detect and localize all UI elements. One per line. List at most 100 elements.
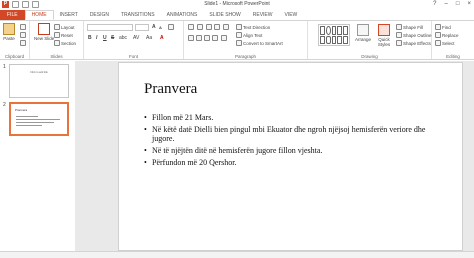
slide-title[interactable]: Pranvera: [144, 81, 197, 98]
underline-button[interactable]: U: [103, 35, 107, 41]
clipboard-group: Paste Clipboard: [0, 21, 30, 59]
help-icon[interactable]: ?: [433, 1, 436, 7]
shape-textbox-icon[interactable]: [320, 35, 325, 44]
section-button[interactable]: Section: [54, 40, 76, 46]
numbering-icon[interactable]: [197, 24, 203, 30]
clipboard-group-label: Clipboard: [4, 54, 25, 59]
align-left-icon[interactable]: [188, 35, 194, 41]
tab-design[interactable]: DESIGN: [84, 10, 115, 20]
new-slide-label: New Slide: [34, 36, 55, 41]
slide-thumbnail-2[interactable]: Pranvera: [9, 102, 69, 136]
thumbnail-title: Click to add title: [30, 71, 48, 74]
shape-outline-button[interactable]: Shape Outline: [396, 32, 432, 38]
bullets-icon[interactable]: [188, 24, 194, 30]
slide-body[interactable]: Fillon më 21 Mars. Në këtë datë Dielli b…: [144, 113, 449, 170]
reset-button[interactable]: Reset: [54, 32, 73, 38]
font-color-button[interactable]: A: [160, 35, 164, 41]
font-name-combo[interactable]: [87, 24, 133, 31]
shrink-font-button[interactable]: A: [159, 25, 162, 30]
align-right-icon[interactable]: [204, 35, 210, 41]
editing-group-label: Editing: [446, 54, 460, 59]
layout-icon: [54, 24, 60, 30]
shape-triangle-icon[interactable]: [343, 26, 348, 35]
close-icon[interactable]: ×: [467, 1, 471, 7]
font-group: A A B I U S abc AV Aa A Font: [84, 21, 184, 59]
copy-icon[interactable]: [20, 32, 26, 38]
slide-editor: Pranvera Fillon më 21 Mars. Në këtë datë…: [75, 61, 474, 251]
line-spacing-icon[interactable]: [223, 24, 229, 30]
tab-home[interactable]: HOME: [24, 10, 54, 20]
slide-canvas[interactable]: Pranvera Fillon më 21 Mars. Në këtë datë…: [118, 62, 463, 251]
shape-arrow-icon[interactable]: [337, 26, 343, 35]
tab-insert[interactable]: INSERT: [54, 10, 84, 20]
thumbnail-text-line: [16, 125, 42, 126]
ribbon-tabs: FILE HOME INSERT DESIGN TRANSITIONS ANIM…: [0, 10, 474, 20]
shape-fill-label: Shape Fill: [403, 24, 424, 30]
text-direction-button[interactable]: Text Direction: [236, 24, 270, 30]
clear-formatting-icon[interactable]: [168, 24, 174, 30]
shape-oval-icon[interactable]: [325, 26, 331, 35]
paste-button[interactable]: Paste: [3, 23, 15, 41]
columns-icon[interactable]: [221, 35, 227, 41]
shape-fill-button[interactable]: Shape Fill: [396, 24, 423, 30]
tab-animations[interactable]: ANIMATIONS: [161, 10, 204, 20]
tab-view[interactable]: VIEW: [279, 10, 304, 20]
strikethrough-button[interactable]: S: [111, 35, 114, 41]
shape-line-icon[interactable]: [331, 26, 337, 35]
align-text-button[interactable]: Align Text: [236, 32, 262, 38]
shape-effects-label: Shape Effects: [403, 40, 431, 46]
status-bar: [0, 251, 474, 258]
align-center-icon[interactable]: [196, 35, 202, 41]
slides-group: New Slide Layout Reset Section Slides: [30, 21, 84, 59]
font-group-label: Font: [128, 54, 138, 59]
font-size-combo[interactable]: [135, 24, 149, 31]
thumbnail-number: 1: [3, 64, 6, 70]
thumbnail-text-line: [16, 119, 60, 120]
shape-rounded-rect-icon[interactable]: [325, 35, 331, 44]
tab-review[interactable]: REVIEW: [247, 10, 279, 20]
tab-transitions[interactable]: TRANSITIONS: [115, 10, 161, 20]
new-slide-button[interactable]: New Slide: [34, 23, 54, 41]
bullet-item: Në të njëjtën ditë në hemisferën jugore …: [144, 146, 449, 155]
layout-button[interactable]: Layout: [54, 24, 75, 30]
tab-slide-show[interactable]: SLIDE SHOW: [203, 10, 246, 20]
slide-thumbnail-1[interactable]: Click to add title: [9, 64, 69, 98]
shape-brace-icon[interactable]: [343, 35, 348, 44]
shape-effects-button[interactable]: Shape Effects: [396, 40, 431, 46]
slides-group-label: Slides: [50, 54, 63, 59]
increase-indent-icon[interactable]: [214, 24, 220, 30]
window-controls: ? – □ ×: [433, 1, 471, 7]
select-button[interactable]: Select: [435, 40, 455, 46]
format-painter-icon[interactable]: [20, 40, 26, 46]
minimize-icon[interactable]: –: [445, 1, 448, 7]
change-case-button[interactable]: Aa: [146, 35, 152, 41]
section-label: Section: [61, 40, 77, 46]
quick-styles-button[interactable]: Quick Styles: [375, 24, 393, 47]
italic-button[interactable]: I: [96, 35, 97, 41]
window-title: Slide1 - Microsoft PowerPoint: [204, 1, 270, 7]
character-spacing-button[interactable]: AV: [133, 35, 139, 41]
find-label: Find: [442, 24, 451, 30]
ribbon: Paste Clipboard New Slide Layout Reset S…: [0, 20, 474, 60]
shape-star-icon[interactable]: [331, 35, 337, 44]
convert-smartart-button[interactable]: Convert to SmartArt: [236, 40, 283, 46]
text-shadow-button[interactable]: abc: [119, 35, 127, 41]
justify-icon[interactable]: [212, 35, 218, 41]
select-icon: [435, 40, 441, 46]
arrange-button[interactable]: Arrange: [355, 24, 371, 42]
maximize-icon[interactable]: □: [456, 1, 460, 7]
tab-file[interactable]: FILE: [0, 10, 25, 20]
replace-button[interactable]: Replace: [435, 32, 459, 38]
cut-icon[interactable]: [20, 24, 26, 30]
new-slide-icon: [38, 23, 51, 35]
bold-button[interactable]: B: [88, 35, 92, 41]
shape-callout-icon[interactable]: [337, 35, 343, 44]
quick-styles-label: Quick Styles: [377, 37, 391, 47]
arrange-label: Arrange: [355, 37, 372, 42]
grow-font-button[interactable]: A: [152, 24, 156, 30]
find-button[interactable]: Find: [435, 24, 451, 30]
paragraph-group: Text Direction Align Text Convert to Sma…: [184, 21, 308, 59]
shape-rectangle-icon[interactable]: [320, 26, 325, 35]
shapes-gallery[interactable]: [318, 24, 350, 46]
decrease-indent-icon[interactable]: [206, 24, 212, 30]
